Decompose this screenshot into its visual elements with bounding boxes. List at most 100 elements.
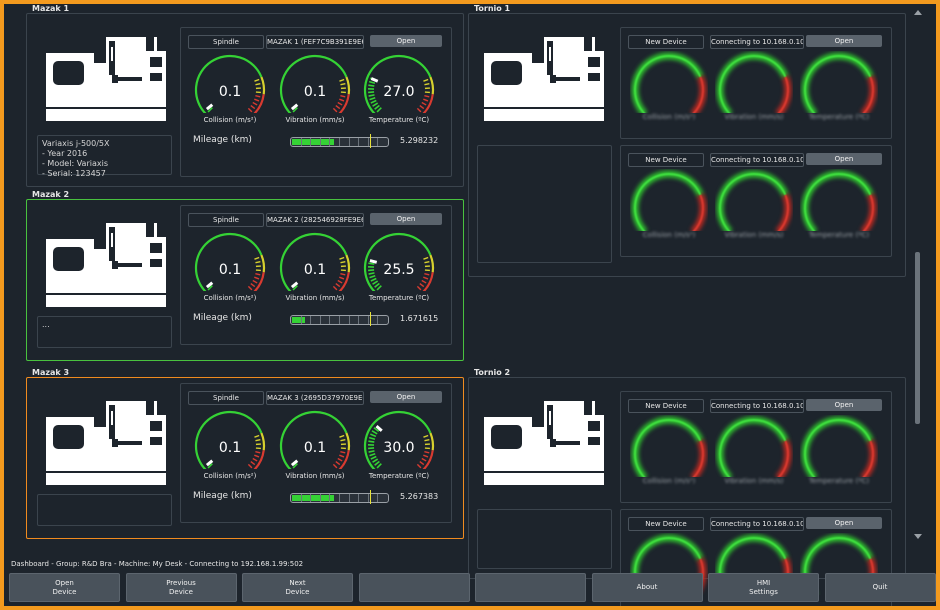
progress-tick xyxy=(319,494,321,502)
info-line: ... xyxy=(42,320,50,329)
scrollbar-thumb[interactable] xyxy=(915,252,920,424)
cnc-machine-icon xyxy=(46,401,166,485)
progress-tick xyxy=(367,494,369,502)
progress-tick xyxy=(358,494,360,502)
progress-tick xyxy=(367,138,369,146)
mileage-progress-bar xyxy=(290,137,389,147)
open-button[interactable]: Open xyxy=(370,391,442,403)
gauge-label: Temperature (ºC) xyxy=(808,113,870,121)
connection-status-field[interactable]: Connecting to 10.168.0.108... xyxy=(710,517,804,531)
gauge-label: Temperature (ºC) xyxy=(808,231,870,239)
device-id-field[interactable]: MAZAK 3 (2695D37970E9E611) xyxy=(266,391,364,405)
scroll-down-icon[interactable] xyxy=(914,534,922,539)
open-button[interactable]: Open xyxy=(806,399,882,411)
machine-info-box xyxy=(477,145,612,263)
gauge-label: Temperature (ºC) xyxy=(368,116,430,124)
device-id-field[interactable]: MAZAK 1 (FEF7C9B391E9E611) xyxy=(266,35,364,49)
gauge-dial: 0.1 xyxy=(194,410,266,469)
gauge-value: 0.1 xyxy=(219,84,241,100)
bottom-button-7[interactable]: HMI Settings xyxy=(708,573,819,602)
gauge-label: Temperature (ºC) xyxy=(368,472,430,480)
bottom-button-8[interactable]: Quit xyxy=(824,573,936,602)
gauge-dial xyxy=(716,170,792,231)
progress-tick xyxy=(329,316,331,324)
machine-info-box xyxy=(37,494,172,526)
mileage-progress-fill xyxy=(292,317,305,323)
gauge-dial: 0.1 xyxy=(194,54,266,113)
progress-tick xyxy=(310,316,312,324)
cnc-machine-icon xyxy=(484,37,604,121)
bottom-button-5[interactable] xyxy=(475,573,586,602)
gauge-value: 0.1 xyxy=(219,262,241,278)
progress-tick xyxy=(300,316,302,324)
progress-tick xyxy=(377,138,379,146)
device-id-field[interactable]: MAZAK 2 (282546928FE9E611) xyxy=(266,213,364,227)
gauge-dial xyxy=(801,416,877,477)
device-name-field[interactable]: New Device xyxy=(628,35,704,49)
gauge-value: 0.1 xyxy=(304,84,326,100)
gauge-dial: 0.1 xyxy=(279,232,351,291)
mileage-value: 5.298232 xyxy=(400,136,439,145)
progress-tick xyxy=(339,316,340,324)
connection-status-field[interactable]: Connecting to 10.168.0.107... xyxy=(710,153,804,167)
info-line: Variaxis j-500/5X xyxy=(42,139,110,148)
mileage-progress-fill xyxy=(292,495,334,501)
gauge-value: 0.1 xyxy=(219,440,241,456)
cnc-machine-icon xyxy=(46,37,166,121)
mileage-label: Mileage (km) xyxy=(193,313,252,323)
bottom-button-1[interactable]: Open Device xyxy=(9,573,120,602)
gauge-dial xyxy=(716,52,792,113)
progress-tick xyxy=(310,494,312,502)
info-line: - Model: Variaxis xyxy=(42,159,108,168)
spindle-field[interactable]: Spindle xyxy=(188,213,264,227)
gauge-label: Temperature (ºC) xyxy=(808,477,870,485)
progress-tick xyxy=(339,494,340,502)
gauge-dial: 25.5 xyxy=(363,232,435,291)
cnc-machine-icon xyxy=(46,223,166,307)
bottom-button-6[interactable]: About xyxy=(591,573,703,602)
open-button[interactable]: Open xyxy=(806,517,882,529)
gauge-value: 30.0 xyxy=(383,440,414,456)
mileage-progress-bar xyxy=(290,493,389,503)
mileage-marker xyxy=(370,134,371,148)
gauge-dial: 0.1 xyxy=(279,410,351,469)
open-button[interactable]: Open xyxy=(806,153,882,165)
progress-tick xyxy=(329,494,331,502)
panel-title: Mazak 2 xyxy=(30,190,72,199)
progress-tick xyxy=(300,138,302,146)
open-button[interactable]: Open xyxy=(370,35,442,47)
bottom-button-3[interactable]: Next Device xyxy=(242,573,353,602)
progress-tick xyxy=(377,316,379,324)
device-name-field[interactable]: New Device xyxy=(628,153,704,167)
connection-status-field[interactable]: Connecting to 10.168.0.102... xyxy=(710,35,804,49)
mileage-label: Mileage (km) xyxy=(193,491,252,501)
machine-info-box: Variaxis j-500/5X - Year 2016- Model: Var… xyxy=(37,135,172,178)
gauge-value: 27.0 xyxy=(383,84,414,100)
progress-tick xyxy=(339,138,340,146)
progress-tick xyxy=(348,316,350,324)
bottom-button-4[interactable] xyxy=(358,573,470,602)
scroll-up-icon[interactable] xyxy=(914,10,922,15)
panel-title: Mazak 1 xyxy=(30,4,72,13)
connection-status-field[interactable]: Connecting to 10.168.0.103... xyxy=(710,399,804,413)
info-line: - Year 2016 xyxy=(42,149,88,158)
device-name-field[interactable]: New Device xyxy=(628,517,704,531)
gauge-value: 0.1 xyxy=(304,440,326,456)
open-button[interactable]: Open xyxy=(806,35,882,47)
mileage-marker xyxy=(370,490,371,504)
gauge-dial xyxy=(631,52,707,113)
vertical-scrollbar[interactable] xyxy=(912,8,924,542)
bottom-button-2[interactable]: Previous Device xyxy=(125,573,237,602)
gauge-dial xyxy=(631,170,707,231)
progress-tick xyxy=(319,316,321,324)
mileage-progress-bar xyxy=(290,315,389,325)
device-name-field[interactable]: New Device xyxy=(628,399,704,413)
mileage-progress-fill xyxy=(292,139,334,145)
mileage-value: 1.671615 xyxy=(400,314,439,323)
open-button[interactable]: Open xyxy=(370,213,442,225)
gauge-dial: 0.1 xyxy=(194,232,266,291)
progress-tick xyxy=(319,138,321,146)
spindle-field[interactable]: Spindle xyxy=(188,391,264,405)
spindle-field[interactable]: Spindle xyxy=(188,35,264,49)
mileage-marker xyxy=(370,312,371,326)
